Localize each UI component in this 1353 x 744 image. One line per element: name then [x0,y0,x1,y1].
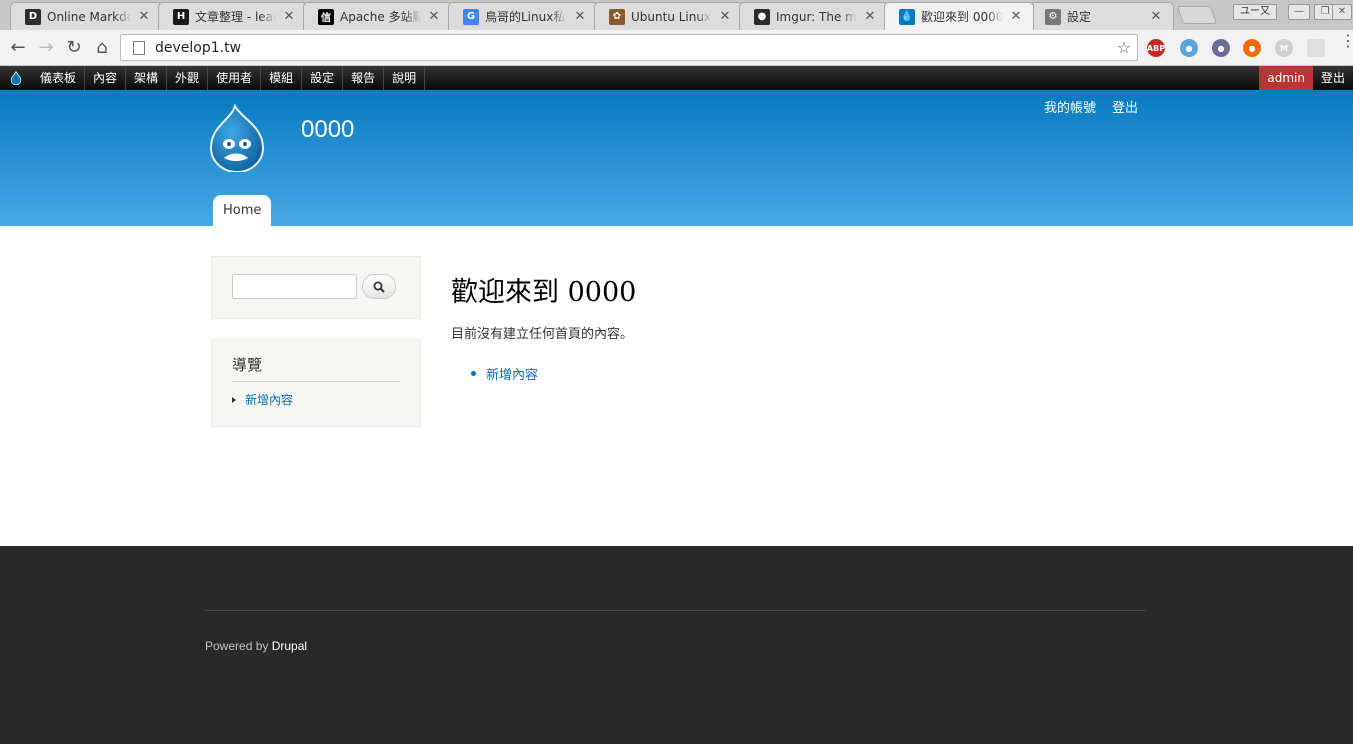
admin-menu-item[interactable]: 外觀 [167,66,209,90]
search-block [211,256,421,319]
page-icon [133,40,145,55]
tab-title: 歡迎來到 0000 [921,10,1003,24]
admin-menu-item[interactable]: 內容 [85,66,127,90]
tab-favicon-icon: D [25,8,41,25]
tab-close-icon[interactable]: ✕ [137,9,151,24]
search-input[interactable] [232,274,357,299]
tab-title: 文章整理 - learning [195,10,276,24]
tab-title: 設定 [1067,10,1092,24]
drupal-logo-icon[interactable] [207,103,269,173]
admin-toolbar: 儀表板 內容 架構 外觀 使用者 模組 設定 報告 說明 admin 登出 [0,66,1353,90]
browser-tab[interactable]: G 鳥哥的Linux私房菜 ✕ [448,2,598,30]
reload-icon[interactable]: ↻ [62,36,86,60]
extension-icon[interactable]: ● [1212,39,1230,57]
admin-menu-item[interactable]: 模組 [261,66,303,90]
main-menu-home-tab[interactable]: Home [213,195,272,226]
new-tab-button[interactable] [1176,6,1218,24]
tab-close-icon[interactable]: ✕ [863,9,877,24]
browser-tab[interactable]: ⚙ 設定 ✕ [1030,2,1174,30]
admin-menu-item[interactable]: 架構 [126,66,168,90]
powered-by-text: Powered by [205,639,269,653]
footer-divider [205,610,1146,611]
tab-title: Apache 多站點設定 [340,10,421,24]
address-bar[interactable]: develop1.tw ☆ [120,34,1138,61]
arrow-right-icon [232,396,236,403]
tab-close-icon[interactable]: ✕ [1149,9,1163,24]
tab-favicon-icon: 信 [318,8,334,25]
browser-tab[interactable]: 💧 歡迎來到 0000 ✕ [884,2,1034,30]
drupal-home-icon[interactable] [0,66,32,90]
forward-icon[interactable]: → [34,36,58,60]
tab-close-icon[interactable]: ✕ [427,9,441,24]
tab-close-icon[interactable]: ✕ [718,9,732,24]
browser-tab[interactable]: ● Imgur: The most awesome ✕ [739,2,888,30]
admin-menu-item[interactable]: 儀表板 [32,66,86,90]
drupal-link[interactable]: Drupal [272,639,307,653]
honey-extension-icon[interactable]: ● [1243,39,1261,57]
tab-title: Imgur: The most awesome [776,9,857,24]
admin-menu-item[interactable]: 使用者 [208,66,262,90]
browser-tab[interactable]: H 文章整理 - learning ✕ [158,2,307,30]
tab-close-icon[interactable]: ✕ [573,9,587,24]
profile-button[interactable]: ユー又 [1233,4,1277,20]
tab-close-icon[interactable]: ✕ [282,9,296,24]
browser-tab-strip: D Online Markdown Editor ✕ H 文章整理 - learning… [0,0,1353,30]
tab-favicon-icon: ● [754,8,770,25]
site-header: 0000 我的帳號 登出 Home [0,90,1353,226]
search-button[interactable] [362,274,396,299]
nav-item-label[interactable]: 新增內容 [245,391,293,408]
my-account-link[interactable]: 我的帳號 [1044,97,1096,116]
ghostery-extension-icon[interactable]: ● [1180,39,1198,57]
admin-user-link[interactable]: admin [1259,66,1313,90]
browser-toolbar: ← → ↻ ⌂ develop1.tw ☆ ABP ● ● ● M ⋮ [0,30,1353,66]
page-title: 歡迎來到 0000 [451,277,637,308]
tab-favicon-icon: ✿ [609,8,625,25]
admin-menu-item[interactable]: 報告 [343,66,385,90]
navigation-block: 導覽 新增內容 [211,339,421,427]
powered-by: Powered by Drupal [205,639,307,653]
tab-favicon-icon: 💧 [899,8,915,25]
url-text[interactable]: develop1.tw [155,40,1111,56]
main-content: 導覽 新增內容 歡迎來到 0000 目前沒有建立任何首頁的內容。 新增內容 [0,226,1353,546]
browser-menu-icon[interactable]: ⋮ [1340,33,1353,49]
add-content-link[interactable]: 新增內容 [486,364,538,383]
tab-title: Online Markdown Editor [47,9,131,24]
logout-link[interactable]: 登出 [1112,97,1138,116]
back-icon[interactable]: ← [6,36,30,60]
bookmark-star-icon[interactable]: ☆ [1111,38,1137,57]
minimize-icon[interactable]: — [1288,4,1310,20]
search-icon [373,281,385,293]
tab-favicon-icon: H [173,8,189,25]
tab-close-icon[interactable]: ✕ [1009,9,1023,24]
bullet-icon [471,371,476,376]
extension-icon[interactable] [1307,39,1325,57]
adblock-extension-icon[interactable]: ABP [1147,39,1165,57]
close-window-icon[interactable]: ✕ [1332,4,1352,20]
navigation-title: 導覽 [232,354,400,382]
browser-tab[interactable]: D Online Markdown Editor ✕ [10,2,162,30]
tab-favicon-icon: G [463,8,479,25]
page-intro: 目前沒有建立任何首頁的內容。 [451,327,634,342]
list-item: 新增內容 [471,364,538,383]
browser-tab[interactable]: 信 Apache 多站點設定 ✕ [303,2,452,30]
site-name[interactable]: 0000 [301,116,354,144]
tab-favicon-icon: ⚙ [1045,8,1061,25]
home-icon[interactable]: ⌂ [90,36,114,60]
tab-title: Ubuntu Linux環境 [631,10,712,24]
mega-extension-icon[interactable]: M [1275,39,1293,57]
secondary-menu: 我的帳號 登出 [1044,97,1138,116]
nav-item-add-content[interactable]: 新增內容 [232,391,293,408]
tab-title: 鳥哥的Linux私房菜 [485,10,567,24]
site-footer: Powered by Drupal [0,546,1353,744]
admin-logout-link[interactable]: 登出 [1313,66,1353,90]
browser-tab[interactable]: ✿ Ubuntu Linux環境 ✕ [594,2,743,30]
admin-menu-item[interactable]: 設定 [302,66,344,90]
admin-menu-item[interactable]: 說明 [384,66,426,90]
